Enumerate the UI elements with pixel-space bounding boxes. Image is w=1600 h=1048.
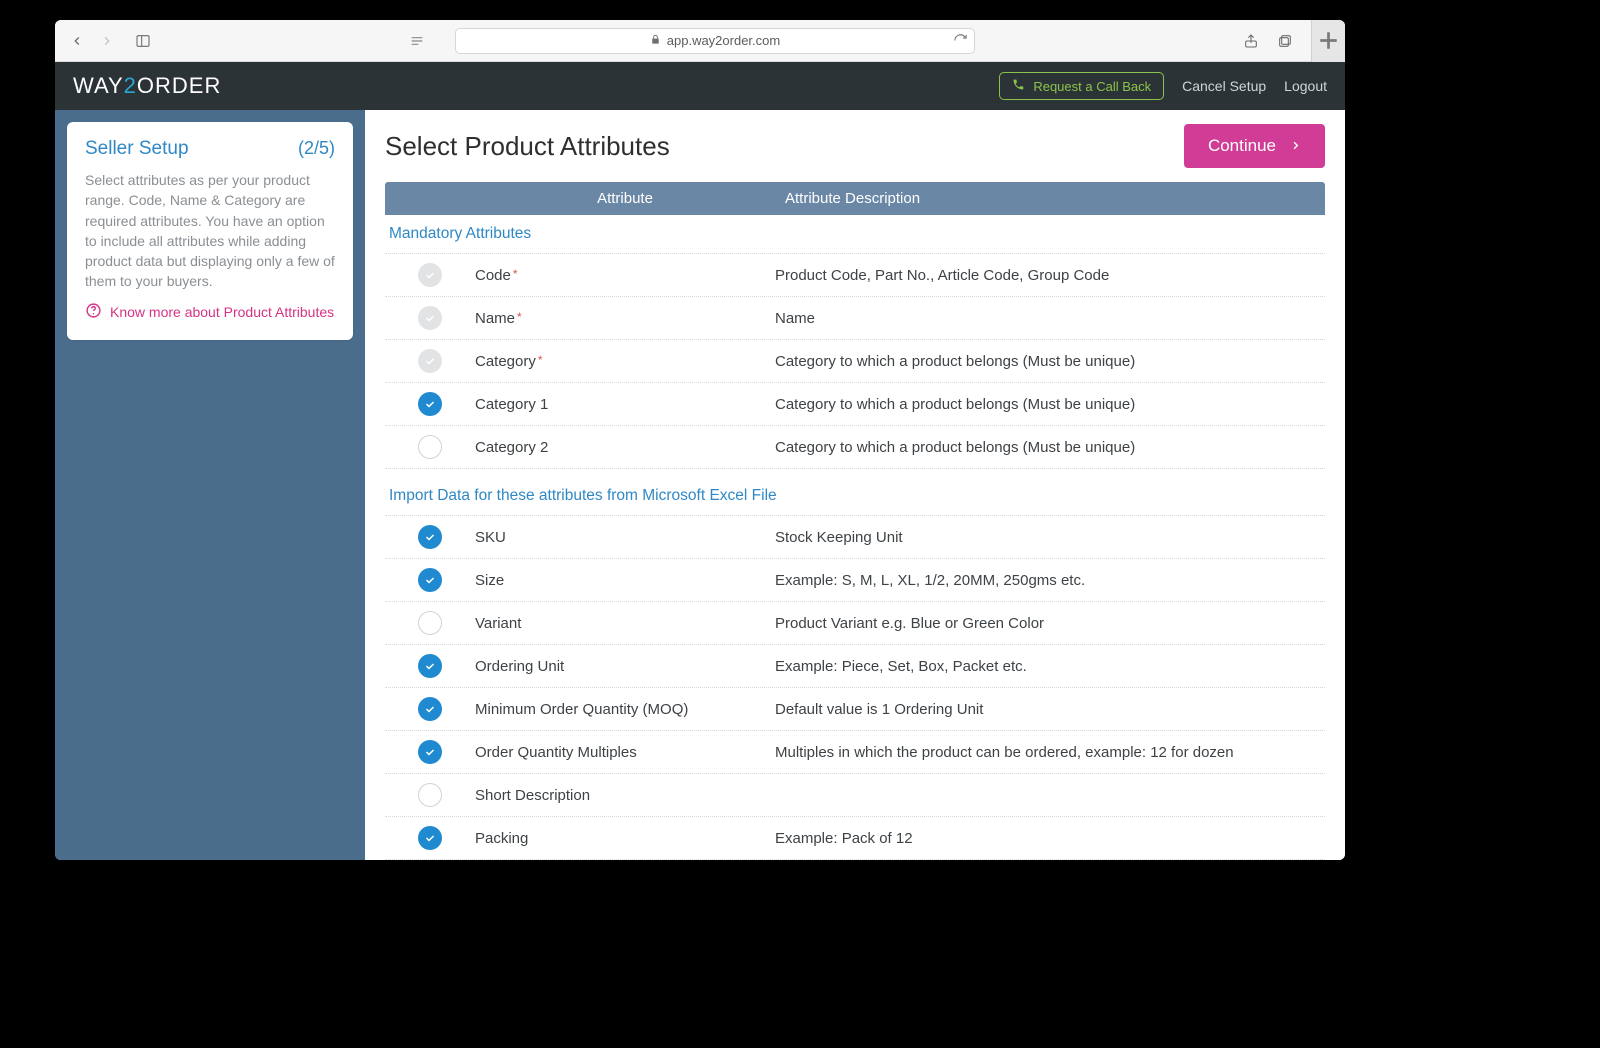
sidebar-toggle-icon[interactable] [129, 28, 157, 54]
attribute-name: Code* [475, 267, 775, 284]
attribute-name: Packing [475, 830, 775, 847]
check-on-icon[interactable] [418, 568, 442, 592]
phone-icon [1012, 78, 1025, 94]
attribute-row: SizeExample: S, M, L, XL, 1/2, 20MM, 250… [385, 559, 1325, 602]
chevron-right-icon [1290, 136, 1301, 156]
attribute-desc: Category to which a product belongs (Mus… [775, 396, 1325, 413]
tabs-icon[interactable] [1271, 28, 1299, 54]
page-title: Select Product Attributes [385, 131, 670, 162]
address-text: app.way2order.com [667, 33, 780, 48]
attribute-row: Ordering UnitExample: Piece, Set, Box, P… [385, 645, 1325, 688]
setup-card: Seller Setup (2/5) Select attributes as … [67, 122, 353, 340]
attribute-name: Short Description [475, 787, 775, 804]
attribute-name: Minimum Order Quantity (MOQ) [475, 701, 775, 718]
attribute-row: Category 1Category to which a product be… [385, 383, 1325, 426]
attribute-desc: Multiples in which the product can be or… [775, 744, 1325, 761]
browser-toolbar: app.way2order.com [55, 20, 1345, 62]
section-mandatory: Mandatory Attributes [385, 215, 1325, 253]
attribute-row: Category*Category to which a product bel… [385, 340, 1325, 383]
side-panel: Seller Setup (2/5) Select attributes as … [55, 110, 365, 860]
address-bar[interactable]: app.way2order.com [455, 28, 975, 54]
attribute-row: Short Description [385, 774, 1325, 817]
attribute-desc: Example: Piece, Set, Box, Packet etc. [775, 658, 1325, 675]
attribute-name: Variant [475, 615, 775, 632]
check-on-icon[interactable] [418, 826, 442, 850]
attribute-name: Category* [475, 353, 775, 370]
attribute-row: PackingExample: Pack of 12 [385, 817, 1325, 860]
attribute-row: Code*Product Code, Part No., Article Cod… [385, 253, 1325, 297]
attribute-name: Category 2 [475, 439, 775, 456]
setup-title: Seller Setup [85, 138, 189, 160]
attribute-desc: Example: S, M, L, XL, 1/2, 20MM, 250gms … [775, 572, 1325, 589]
table-header: Attribute Attribute Description [385, 182, 1325, 215]
attribute-name: Name* [475, 310, 775, 327]
section-import: Import Data for these attributes from Mi… [385, 477, 1325, 515]
attribute-name: SKU [475, 529, 775, 546]
check-off-icon[interactable] [418, 611, 442, 635]
app-header: WAY2ORDER Request a Call Back Cancel Set… [55, 62, 1345, 110]
check-on-icon[interactable] [418, 654, 442, 678]
lock-icon [650, 33, 661, 48]
new-tab-button[interactable] [1311, 20, 1345, 62]
setup-description: Select attributes as per your product ra… [85, 170, 335, 292]
attribute-row: VariantProduct Variant e.g. Blue or Gree… [385, 602, 1325, 645]
check-on-icon[interactable] [418, 392, 442, 416]
attribute-row: Name*Name [385, 297, 1325, 340]
check-locked-icon [418, 306, 442, 330]
request-callback-button[interactable]: Request a Call Back [999, 72, 1164, 100]
check-off-icon[interactable] [418, 435, 442, 459]
forward-button[interactable] [93, 28, 121, 54]
reader-mode-icon[interactable] [403, 28, 431, 54]
know-more-link[interactable]: Know more about Product Attributes [85, 302, 335, 322]
check-on-icon[interactable] [418, 697, 442, 721]
know-more-label: Know more about Product Attributes [110, 304, 334, 320]
check-on-icon[interactable] [418, 740, 442, 764]
attribute-desc: Stock Keeping Unit [775, 529, 1325, 546]
attribute-row: Order Quantity MultiplesMultiples in whi… [385, 731, 1325, 774]
main-content: Select Product Attributes Continue Attri… [365, 110, 1345, 860]
continue-label: Continue [1208, 136, 1276, 156]
attribute-name: Order Quantity Multiples [475, 744, 775, 761]
th-attribute: Attribute [475, 190, 775, 207]
attribute-desc: Name [775, 310, 1325, 327]
attribute-desc: Category to which a product belongs (Mus… [775, 439, 1325, 456]
attribute-row: Minimum Order Quantity (MOQ)Default valu… [385, 688, 1325, 731]
callback-label: Request a Call Back [1033, 79, 1151, 94]
attribute-name: Category 1 [475, 396, 775, 413]
check-off-icon[interactable] [418, 783, 442, 807]
check-locked-icon [418, 349, 442, 373]
attribute-row: Category 2Category to which a product be… [385, 426, 1325, 469]
attribute-desc: Product Variant e.g. Blue or Green Color [775, 615, 1325, 632]
share-icon[interactable] [1237, 28, 1265, 54]
attribute-desc: Product Code, Part No., Article Code, Gr… [775, 267, 1325, 284]
attribute-name: Ordering Unit [475, 658, 775, 675]
reload-icon[interactable] [953, 33, 968, 51]
attribute-desc: Example: Pack of 12 [775, 830, 1325, 847]
logout-link[interactable]: Logout [1284, 78, 1327, 94]
check-on-icon[interactable] [418, 525, 442, 549]
continue-button[interactable]: Continue [1184, 124, 1325, 168]
cancel-setup-link[interactable]: Cancel Setup [1182, 78, 1266, 94]
check-locked-icon [418, 263, 442, 287]
attribute-name: Size [475, 572, 775, 589]
setup-step: (2/5) [298, 138, 335, 159]
help-icon [85, 302, 102, 322]
attribute-desc: Default value is 1 Ordering Unit [775, 701, 1325, 718]
logo: WAY2ORDER [73, 73, 221, 99]
attribute-desc: Category to which a product belongs (Mus… [775, 353, 1325, 370]
back-button[interactable] [63, 28, 91, 54]
th-description: Attribute Description [775, 190, 1325, 207]
attribute-row: SKUStock Keeping Unit [385, 515, 1325, 559]
